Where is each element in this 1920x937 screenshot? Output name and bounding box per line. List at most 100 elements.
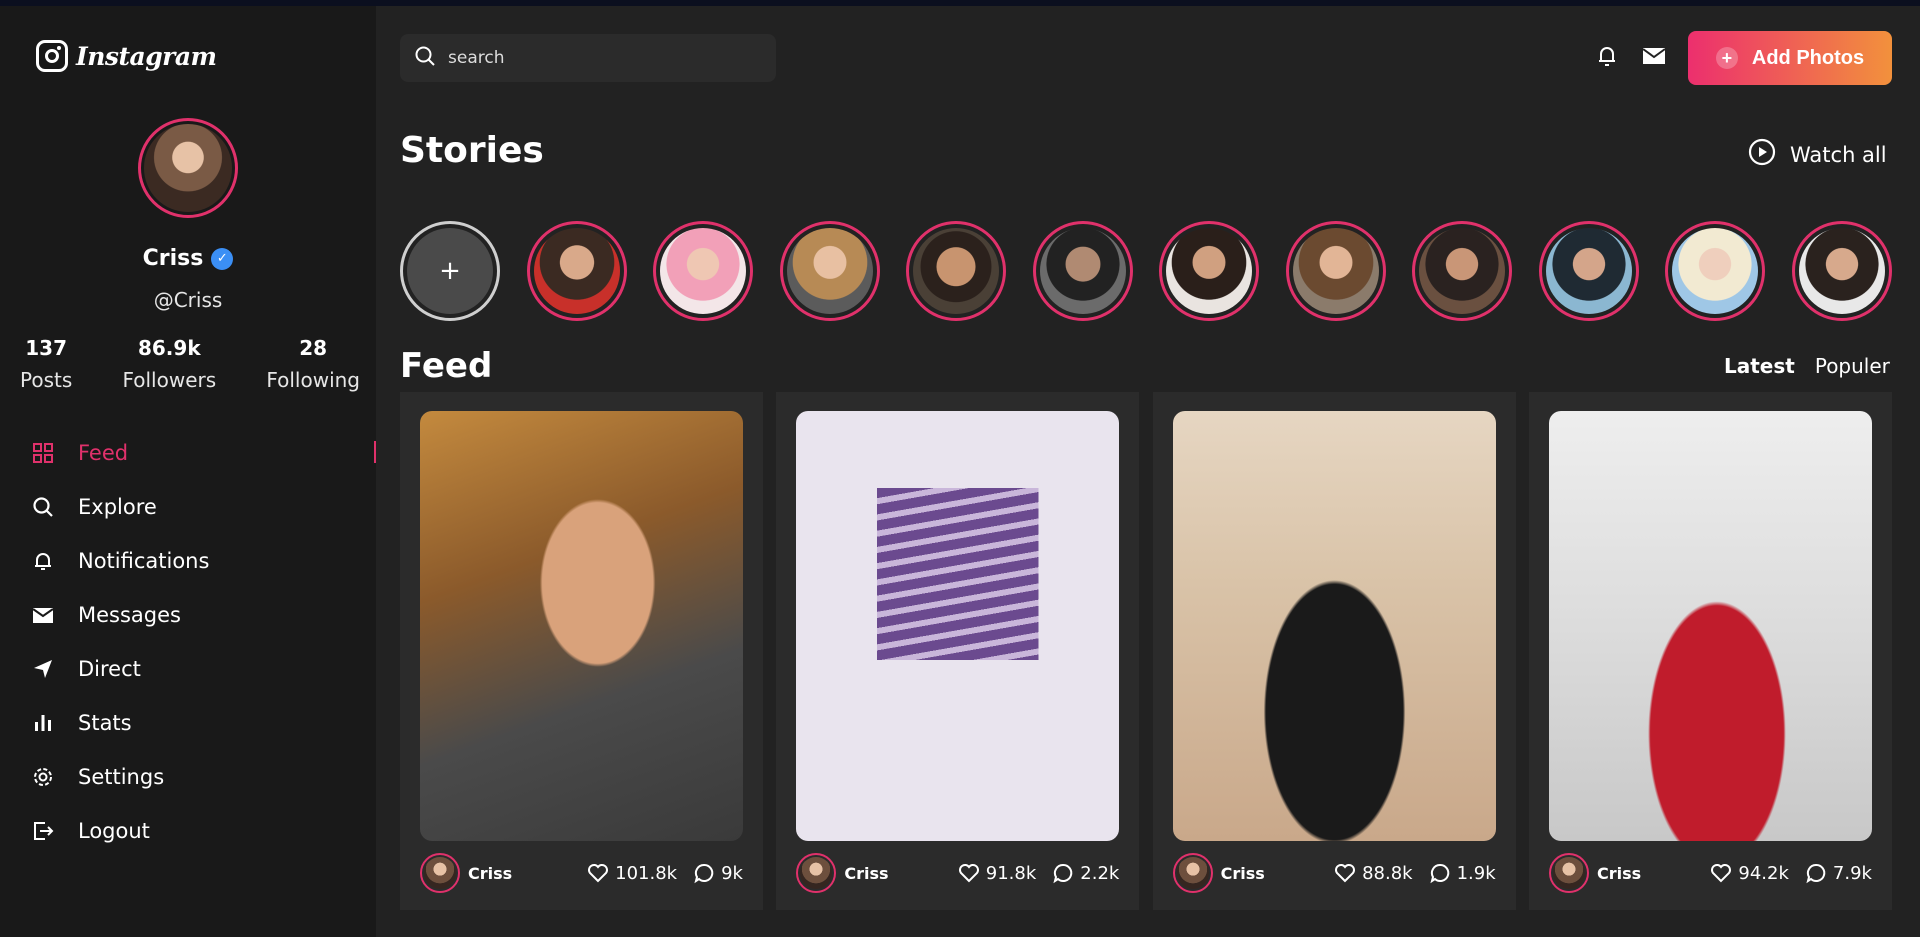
post-author-name[interactable]: Criss [1597,864,1641,883]
heart-icon [588,864,609,883]
tab-populer[interactable]: Populer [1815,354,1890,378]
post-author-avatar[interactable] [420,853,460,893]
watch-all-button[interactable]: Watch all [1748,138,1887,171]
post-card[interactable]: Criss 94.2k 7.9k [1528,392,1892,910]
stat-posts[interactable]: 137 Posts [20,336,72,392]
comment-button[interactable]: 1.9k [1429,862,1496,884]
messages-mail-icon[interactable] [1642,46,1666,70]
post-photo[interactable] [796,411,1120,841]
post-meta: Criss 88.8k 1.9k [1172,852,1496,894]
sidebar-item-logout[interactable]: Logout [30,804,376,858]
post-author-name[interactable]: Criss [844,864,888,883]
post-author-name[interactable]: Criss [1221,864,1265,883]
sidebar-item-explore[interactable]: Explore [30,480,376,534]
profile-avatar[interactable] [138,118,238,218]
post-meta: Criss 94.2k 7.9k [1548,852,1872,894]
story-avatar [660,228,747,314]
stat-label: Followers [122,368,217,392]
comment-button[interactable]: 2.2k [1052,862,1119,884]
instagram-icon [36,40,68,72]
sidebar-item-feed[interactable]: Feed [30,426,376,480]
search-bar[interactable] [400,34,776,82]
story-item[interactable] [1285,221,1386,321]
story-avatar [1672,228,1759,314]
profile-handle: @Criss [153,288,223,312]
add-story-button[interactable]: + [400,221,500,321]
comment-icon [1053,863,1073,884]
story-avatar [533,228,620,314]
bell-icon [30,548,56,574]
like-button[interactable]: 94.2k [1710,863,1789,884]
watch-all-label: Watch all [1790,142,1887,167]
avatar-image [800,857,833,889]
story-item[interactable] [1665,221,1766,321]
add-story-plus-icon: + [407,228,493,314]
stat-value: 86.9k [137,336,201,360]
story-item[interactable] [653,221,754,321]
sidebar-item-stats[interactable]: Stats [30,696,376,750]
story-item[interactable] [906,221,1007,321]
post-author-avatar[interactable] [1548,853,1589,893]
stat-value: 137 [25,336,67,360]
like-button[interactable]: 91.8k [958,863,1036,884]
story-item[interactable] [779,221,880,321]
notifications-bell-icon[interactable] [1596,44,1618,72]
search-input[interactable] [448,48,748,68]
feed-heading: Feed [400,346,493,386]
sidebar-item-label: Feed [78,441,129,465]
story-item[interactable] [1032,221,1133,321]
sidebar-item-settings[interactable]: Settings [30,750,376,804]
like-button[interactable]: 101.8k [587,863,677,884]
sidebar-item-label: Explore [78,495,157,519]
bar-chart-icon [30,710,56,736]
story-item[interactable] [526,221,627,321]
post-author-avatar[interactable] [796,853,837,893]
profile-stats: 137 Posts 86.9k Followers 28 Following [20,336,360,392]
story-item[interactable] [1538,221,1639,321]
post-card[interactable]: Criss 91.8k 2.2k [776,392,1140,910]
sidebar-item-notifications[interactable]: Notifications [30,534,376,588]
story-avatar [913,228,1000,314]
comment-count: 9k [721,862,743,884]
avatar-image [144,124,232,212]
profile-name-row: Criss ✓ [0,246,376,271]
sidebar-item-messages[interactable]: Messages [30,588,376,642]
post-author-avatar[interactable] [1172,853,1213,893]
post-photo[interactable] [1172,411,1496,841]
feed-grid: Criss 101.8k 9k Criss 91.8k 2.2k Criss 8… [400,392,1892,910]
like-count: 88.8k [1362,862,1413,884]
add-photos-button[interactable]: + Add Photos [1688,31,1892,85]
story-avatar [1039,228,1126,314]
sidebar-item-label: Notifications [78,549,210,573]
grid-icon [30,440,56,466]
story-item[interactable] [1412,221,1513,321]
instagram-logo[interactable]: Instagram [36,40,217,72]
stat-following[interactable]: 28 Following [266,336,360,392]
avatar-image [1552,857,1585,889]
story-avatar [786,228,873,314]
verified-badge-icon: ✓ [211,247,234,270]
sidebar-item-label: Settings [78,765,165,789]
comment-button[interactable]: 9k [693,862,743,884]
heart-icon [1335,864,1356,883]
sidebar-item-direct[interactable]: Direct [30,642,376,696]
story-item[interactable] [1791,221,1892,321]
avatar-image [1176,857,1209,889]
story-avatar [1166,228,1253,314]
post-card[interactable]: Criss 88.8k 1.9k [1152,392,1516,910]
send-icon [30,656,56,682]
post-author-name[interactable]: Criss [468,864,512,883]
post-photo[interactable] [1548,411,1872,841]
stat-followers[interactable]: 86.9k Followers [122,336,216,392]
feed-tabs: Latest Populer [1724,354,1890,378]
story-avatar [1292,228,1379,314]
like-button[interactable]: 88.8k [1334,863,1413,884]
story-item[interactable] [1159,221,1260,321]
post-photo[interactable] [420,411,743,841]
brand-name: Instagram [76,41,217,71]
tab-latest[interactable]: Latest [1724,354,1795,378]
comment-button[interactable]: 7.9k [1805,862,1872,884]
heart-icon [1711,864,1732,883]
mail-icon [30,602,56,628]
post-card[interactable]: Criss 101.8k 9k [400,392,763,910]
